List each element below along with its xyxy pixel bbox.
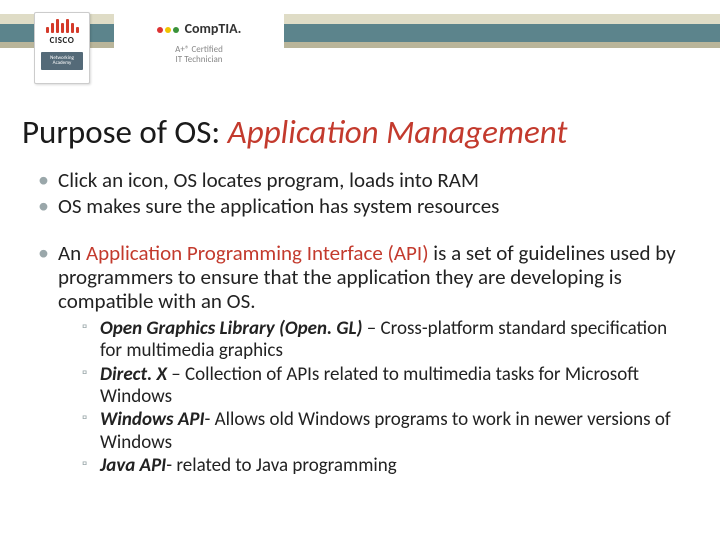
sub-bullet-sep: - [166,454,176,477]
top-decorative-band [0,0,720,58]
sub-bullet-name: Windows API [100,408,205,431]
sub-bullet-name: Java API [100,454,166,477]
cisco-logo-subtext: Networking Academy [41,52,83,70]
comptia-sub-line2: IT Technician [176,54,223,65]
sub-bullet-item: Java API- related to Java programming [82,455,688,477]
spacer [38,221,688,241]
bullet-text-pre: An [58,240,86,266]
slide-body: Click an icon, OS locates program, loads… [38,168,688,480]
sub-bullet-item: Direct. X – Collection of APIs related t… [82,364,688,409]
bullet-text: Click an icon, OS locates program, loads… [58,167,479,193]
band-stripe [0,24,720,42]
sub-bullet-sep: – [167,363,185,386]
bullet-item: Click an icon, OS locates program, loads… [38,168,688,192]
comptia-dots-icon [157,27,179,33]
title-prefix: Purpose of OS: [22,112,228,152]
bullet-text: OS makes sure the application has system… [58,193,499,219]
title-emphasis: Application Management [228,112,568,152]
cisco-bars-icon [46,19,79,33]
slide: CISCO Networking Academy CompTIA. A+® Ce… [0,0,720,540]
comptia-logo-text: CompTIA. [185,20,242,37]
sub-bullet-name: Open Graphics Library (Open. GL) [100,317,362,340]
bullet-list: Click an icon, OS locates program, loads… [38,168,688,219]
band-stripe [0,42,720,48]
sub-bullet-item: Windows API- Allows old Windows programs… [82,409,688,454]
sub-bullet-desc: related to Java programming [176,454,396,477]
cisco-logo: CISCO Networking Academy [34,12,90,84]
comptia-logo: CompTIA. A+® Certified IT Technician [114,14,284,84]
bullet-item: An Application Programming Interface (AP… [38,241,688,478]
slide-title: Purpose of OS: Application Management [22,114,698,150]
bullet-item: OS makes sure the application has system… [38,194,688,218]
bullet-text-emph: Application Programming Interface (API) [86,240,429,266]
sub-bullet-name: Direct. X [100,363,167,386]
sub-bullet-item: Open Graphics Library (Open. GL) – Cross… [82,318,688,363]
sub-bullet-list: Open Graphics Library (Open. GL) – Cross… [58,318,688,478]
comptia-logo-subtext: A+® Certified IT Technician [175,45,223,65]
comptia-logo-top: CompTIA. [157,20,242,37]
cisco-logo-text: CISCO [50,35,75,46]
bullet-list: An Application Programming Interface (AP… [38,241,688,478]
sub-bullet-sep: – [362,317,380,340]
band-stripe [0,14,720,24]
sub-bullet-sep: - [205,408,215,431]
